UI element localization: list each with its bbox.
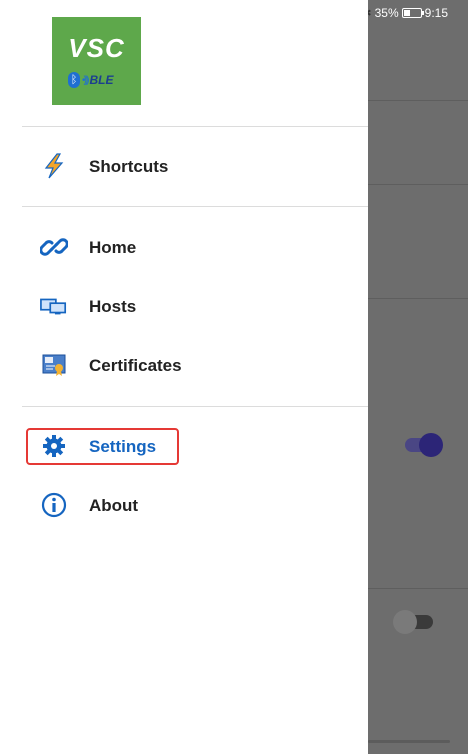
bluetooth-icon: ᛒ	[68, 72, 80, 88]
info-icon	[40, 491, 68, 519]
menu-item-hosts[interactable]: Hosts	[22, 283, 368, 329]
bg-toggle-off	[393, 610, 435, 634]
drawer-divider	[22, 126, 368, 127]
bg-divider	[368, 100, 468, 101]
menu-label: Hosts	[89, 297, 137, 316]
signal-waves-icon: •)))	[82, 74, 89, 86]
logo-title: VSC	[68, 33, 125, 63]
menu-item-shortcuts[interactable]: Shortcuts	[22, 143, 368, 189]
bg-divider	[368, 588, 468, 589]
gear-icon	[40, 432, 68, 460]
link-icon	[40, 233, 68, 261]
bg-divider	[368, 184, 468, 185]
drawer-divider	[22, 206, 368, 207]
menu-item-home[interactable]: Home	[22, 224, 368, 270]
clock: 9:15	[424, 6, 448, 20]
lightning-icon	[40, 152, 68, 180]
battery-icon	[401, 8, 424, 18]
bg-toggle-on	[403, 433, 443, 457]
menu-label: Settings	[89, 437, 157, 456]
menu-item-certificates[interactable]: Certificates	[22, 342, 368, 388]
app-logo: VSC ᛒ •))) BLE	[52, 17, 141, 105]
battery-percent: 35%	[374, 6, 399, 20]
bg-divider	[368, 298, 468, 299]
drawer-divider	[22, 406, 368, 407]
menu-label: About	[89, 496, 139, 515]
navigation-drawer: VSC ᛒ •))) BLE Shortcuts Home Hosts Cert…	[0, 0, 368, 754]
menu-item-about[interactable]: About	[22, 482, 368, 528]
menu-label: Certificates	[89, 356, 182, 375]
menu-item-settings[interactable]: Settings	[22, 423, 368, 469]
menu-label: Shortcuts	[89, 157, 169, 176]
menu-label: Home	[89, 238, 137, 257]
logo-ble-text: BLE	[89, 73, 114, 87]
monitors-icon	[40, 292, 68, 320]
logo-subtitle: ᛒ •))) BLE	[68, 71, 114, 89]
certificate-icon	[40, 351, 68, 379]
bg-scroll-hint	[368, 740, 450, 743]
